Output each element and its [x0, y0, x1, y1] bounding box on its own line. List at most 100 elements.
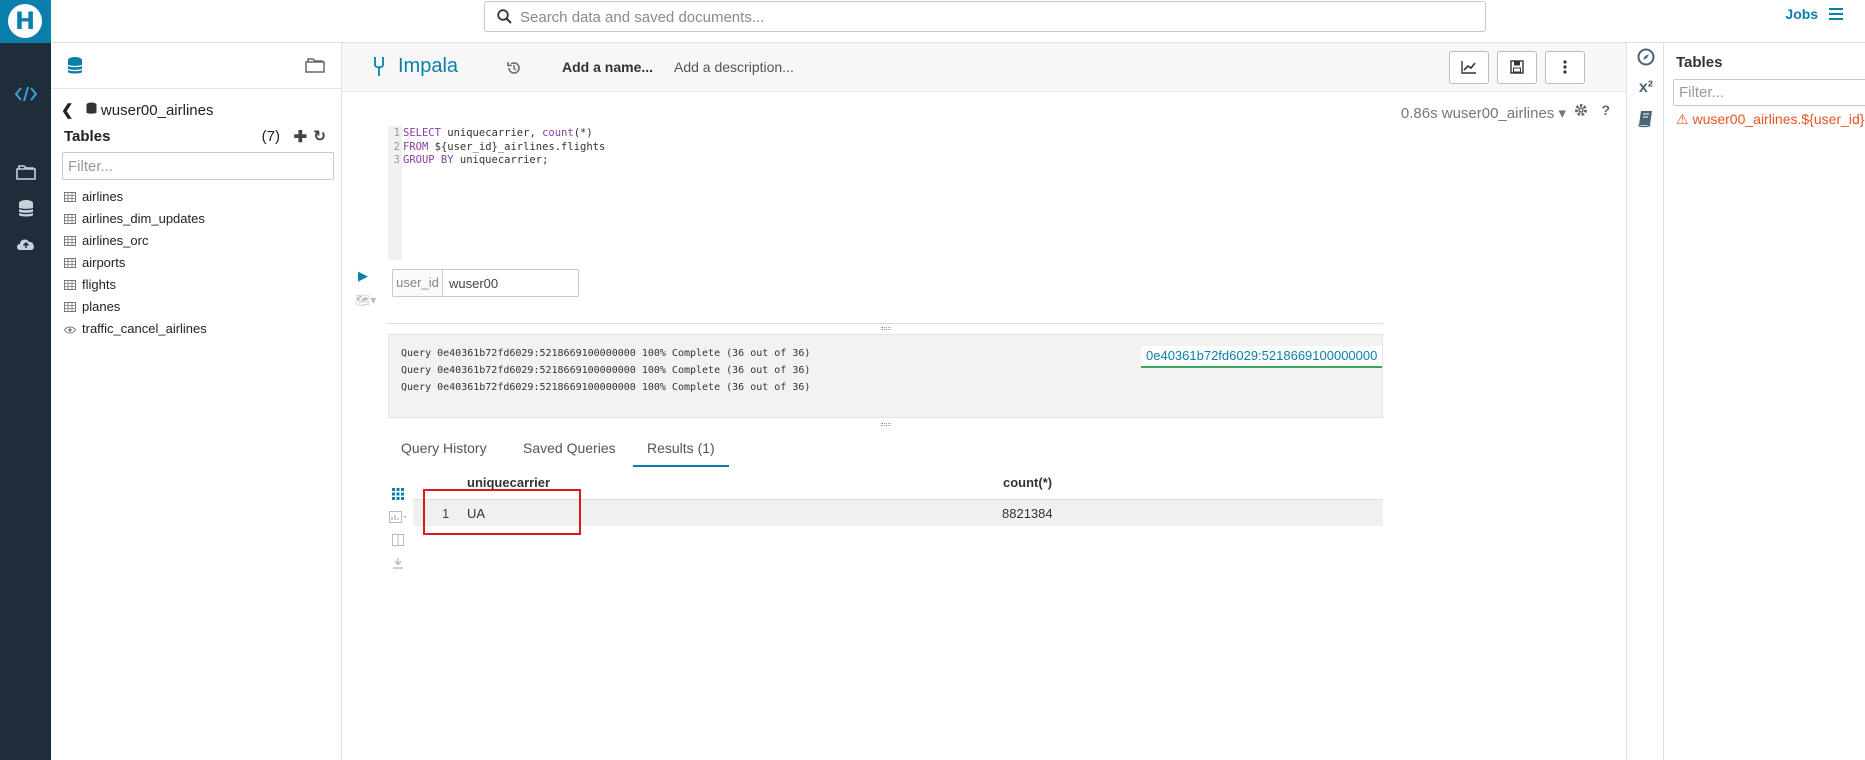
warning-icon: ⚠ — [1676, 111, 1689, 127]
back-chevron-icon[interactable]: ❮ — [61, 101, 74, 119]
grid-view-icon[interactable] — [388, 488, 408, 511]
column-header[interactable]: count(*) — [1003, 475, 1052, 490]
view-eye-icon — [63, 319, 78, 341]
tables-filter-input[interactable] — [62, 152, 334, 180]
upload-cloud-icon[interactable] — [0, 236, 51, 257]
compass-icon[interactable] — [1627, 48, 1665, 69]
table-grid-icon — [64, 231, 78, 253]
functions-icon[interactable]: x² — [1627, 79, 1665, 97]
save-icon — [1510, 60, 1524, 77]
tables-count: (7) — [261, 128, 280, 145]
chart-view-icon[interactable] — [388, 511, 408, 534]
snippet-header: Impala Add a name... Add a description..… — [342, 43, 1626, 92]
database-icon[interactable] — [0, 199, 51, 224]
table-grid-icon — [64, 297, 78, 319]
table-grid-icon — [64, 253, 78, 275]
top-bar: Jobs — [51, 0, 1865, 43]
left-assist-panel: ❮ wuser00_airlines Tables (7) ✚ ↻ airlin… — [51, 43, 342, 760]
right-assist-strip: x² — [1626, 43, 1664, 760]
tab-results[interactable]: Results (1) — [633, 433, 729, 467]
log-resize-handle[interactable] — [881, 423, 891, 426]
add-table-icon[interactable]: ✚ — [294, 127, 307, 147]
sql-text: uniquecarrier, — [440, 127, 543, 139]
more-options-button[interactable] — [1545, 51, 1585, 84]
log-line: Query 0e40361b72fd6029:5218669100000000 … — [401, 382, 811, 393]
caret-down-icon: ▾ — [1558, 105, 1566, 122]
query-description-field[interactable]: Add a description... — [674, 59, 794, 75]
help-icon[interactable]: ? — [1601, 102, 1610, 118]
assist-header — [51, 43, 342, 89]
execution-info-text: 0.86s wuser00_airlines — [1400, 105, 1555, 122]
editor-divider — [388, 323, 1383, 324]
database-tab-icon[interactable] — [67, 56, 83, 79]
columns-toggle-icon[interactable] — [388, 534, 408, 557]
parameter-value-input[interactable] — [444, 270, 578, 296]
result-toolbar — [388, 488, 408, 580]
editor-code-icon[interactable] — [0, 86, 51, 107]
database-name: wuser00_airlines — [100, 102, 214, 119]
global-search[interactable] — [484, 1, 1486, 32]
save-button[interactable] — [1497, 51, 1537, 84]
documents-folder-icon[interactable] — [0, 163, 51, 186]
logo-letter: H — [14, 7, 36, 35]
table-name: airlines — [82, 189, 124, 204]
search-input[interactable] — [520, 6, 1460, 28]
query-id-link[interactable]: 0e40361b72fd6029:5218669100000000 — [1141, 346, 1383, 368]
execution-info[interactable]: 0.86s wuser00_airlines ▾ — [1401, 104, 1566, 122]
gear-icon[interactable] — [1574, 103, 1588, 120]
tab-saved-queries[interactable]: Saved Queries — [523, 433, 616, 467]
search-icon — [497, 9, 512, 27]
jobs-list-icon — [1829, 7, 1843, 23]
resize-handle[interactable] — [881, 327, 891, 330]
table-list-item[interactable]: flights — [64, 274, 207, 296]
line-number: 2 — [393, 140, 400, 153]
history-icon[interactable] — [507, 61, 521, 78]
query-log: Query 0e40361b72fd6029:5218669100000000 … — [388, 334, 1383, 418]
sql-text: ${user_id}_airlines.flights — [428, 140, 606, 153]
table-list-item[interactable]: airlines_dim_updates — [64, 208, 207, 230]
highlight-box — [423, 489, 581, 535]
parameter-name: user_id — [393, 270, 443, 296]
code-line: 1 SELECT uniquecarrier, count(*) — [388, 127, 605, 141]
table-name: airlines_orc — [82, 233, 149, 248]
refresh-icon[interactable]: ↻ — [313, 127, 326, 145]
warning-text: wuser00_airlines.${user_id} — [1692, 111, 1865, 127]
table-list-item[interactable]: planes — [64, 296, 207, 318]
database-breadcrumb[interactable]: ❮ wuser00_airlines — [61, 101, 213, 119]
editor-main: Impala Add a name... Add a description..… — [342, 43, 1626, 760]
book-icon[interactable] — [1627, 110, 1665, 131]
line-chart-icon — [1461, 61, 1477, 77]
run-play-icon[interactable]: ▶ — [358, 268, 368, 284]
chart-button[interactable] — [1449, 51, 1489, 84]
tables-heading: Tables — [64, 128, 111, 145]
sql-keyword: SELECT — [403, 127, 441, 139]
documents-tab-icon[interactable] — [304, 56, 326, 77]
parameter-field: user_id — [392, 269, 579, 297]
line-number: 1 — [393, 127, 400, 139]
download-icon[interactable] — [388, 557, 408, 580]
log-line: Query 0e40361b72fd6029:5218669100000000 … — [401, 365, 811, 376]
table-list-item[interactable]: airlines_orc — [64, 230, 207, 252]
table-name: planes — [82, 299, 121, 314]
table-list-item[interactable]: airports — [64, 252, 207, 274]
right-filter-input[interactable] — [1673, 79, 1865, 106]
missing-table-warning[interactable]: ⚠ wuser00_airlines.${user_id} — [1676, 111, 1864, 128]
hue-logo[interactable]: H — [0, 0, 51, 43]
table-grid-icon — [64, 187, 78, 209]
impala-engine-icon — [372, 55, 386, 80]
map-dropdown-icon[interactable]: 🗺▾ — [355, 293, 376, 307]
query-name-field[interactable]: Add a name... — [562, 59, 653, 75]
db-small-icon — [86, 102, 101, 119]
engine-label[interactable]: Impala — [398, 55, 458, 78]
right-tables-title: Tables — [1676, 54, 1723, 71]
table-list-item[interactable]: traffic_cancel_airlines — [63, 318, 207, 341]
sql-text: uniquecarrier; — [453, 154, 549, 166]
column-header[interactable]: uniquecarrier — [467, 475, 550, 490]
sql-editor[interactable]: 1 SELECT uniquecarrier, count(*) 2 FROM ${u… — [388, 127, 606, 168]
table-grid-icon — [64, 209, 78, 231]
jobs-button[interactable]: Jobs — [1785, 6, 1843, 23]
tab-query-history[interactable]: Query History — [401, 433, 487, 467]
table-name: flights — [82, 277, 116, 292]
table-name: airports — [82, 255, 126, 270]
table-list-item[interactable]: airlines — [64, 186, 207, 208]
